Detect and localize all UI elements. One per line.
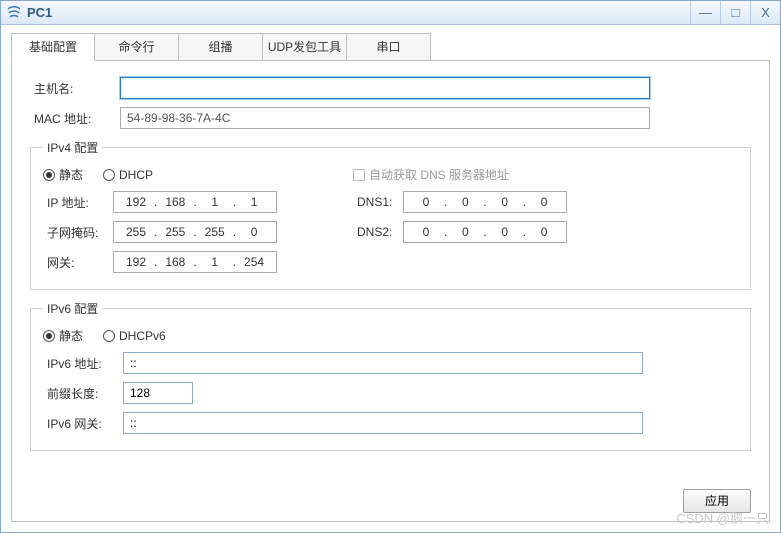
- hostname-label: 主机名:: [30, 80, 120, 97]
- tab-multicast[interactable]: 组播: [179, 33, 263, 61]
- ip-label: IP 地址:: [43, 194, 113, 211]
- ipv4-legend: IPv4 配置: [43, 139, 102, 156]
- dns1-label: DNS1:: [353, 195, 403, 209]
- group-ipv6: IPv6 配置 静态 DHCPv6 IPv6 地址: 前缀长度: IPv6 网关…: [30, 300, 751, 451]
- ipv6-prefix-input[interactable]: [123, 382, 193, 404]
- ipv6-radio-static[interactable]: 静态: [43, 327, 83, 344]
- mask-input[interactable]: 255.255.255.0: [113, 221, 277, 243]
- tab-page-basic: 主机名: MAC 地址: IPv4 配置 静态 DHCP IP 地址: 1: [11, 61, 770, 522]
- group-ipv4: IPv4 配置 静态 DHCP IP 地址: 192.168.1.1 子网掩码:…: [30, 139, 751, 290]
- tab-bar: 基础配置 命令行 组播 UDP发包工具 串口: [11, 33, 770, 61]
- dns1-input[interactable]: 0.0.0.0: [403, 191, 567, 213]
- mask-label: 子网掩码:: [43, 224, 113, 241]
- gw-label: 网关:: [43, 254, 113, 271]
- tab-filler: [431, 33, 770, 61]
- dns2-input[interactable]: 0.0.0.0: [403, 221, 567, 243]
- mac-input: [120, 107, 650, 129]
- window-title: PC1: [27, 5, 690, 20]
- dns2-label: DNS2:: [353, 225, 403, 239]
- ip-input[interactable]: 192.168.1.1: [113, 191, 277, 213]
- close-button[interactable]: X: [750, 1, 780, 24]
- tab-cli[interactable]: 命令行: [95, 33, 179, 61]
- window-buttons: — □ X: [690, 1, 780, 24]
- title-bar[interactable]: PC1 — □ X: [1, 1, 780, 25]
- gw-input[interactable]: 192.168.1.254: [113, 251, 277, 273]
- apply-button[interactable]: 应用: [683, 489, 751, 513]
- ipv6-radio-dhcp[interactable]: DHCPv6: [103, 329, 166, 343]
- row-hostname: 主机名:: [30, 77, 751, 99]
- mac-label: MAC 地址:: [30, 110, 120, 127]
- minimize-button[interactable]: —: [690, 1, 720, 24]
- tab-serial[interactable]: 串口: [347, 33, 431, 61]
- ipv6-addr-input[interactable]: [123, 352, 643, 374]
- ipv6-gw-label: IPv6 网关:: [43, 415, 123, 432]
- ipv6-legend: IPv6 配置: [43, 300, 102, 317]
- ipv6-gw-input[interactable]: [123, 412, 643, 434]
- ipv6-addr-label: IPv6 地址:: [43, 355, 123, 372]
- ipv4-radio-static[interactable]: 静态: [43, 166, 83, 183]
- client-area: 基础配置 命令行 组播 UDP发包工具 串口 主机名: MAC 地址: IPv4…: [1, 25, 780, 532]
- tab-basic[interactable]: 基础配置: [11, 33, 95, 61]
- hostname-input[interactable]: [120, 77, 650, 99]
- app-window: PC1 — □ X 基础配置 命令行 组播 UDP发包工具 串口 主机名: MA…: [0, 0, 781, 533]
- ipv6-prefix-label: 前缀长度:: [43, 385, 123, 402]
- row-mac: MAC 地址:: [30, 107, 751, 129]
- ipv4-radio-dhcp[interactable]: DHCP: [103, 168, 153, 182]
- tab-udp[interactable]: UDP发包工具: [263, 33, 347, 61]
- auto-dns-checkbox[interactable]: 自动获取 DNS 服务器地址: [353, 166, 509, 183]
- maximize-button[interactable]: □: [720, 1, 750, 24]
- app-icon: [6, 5, 22, 21]
